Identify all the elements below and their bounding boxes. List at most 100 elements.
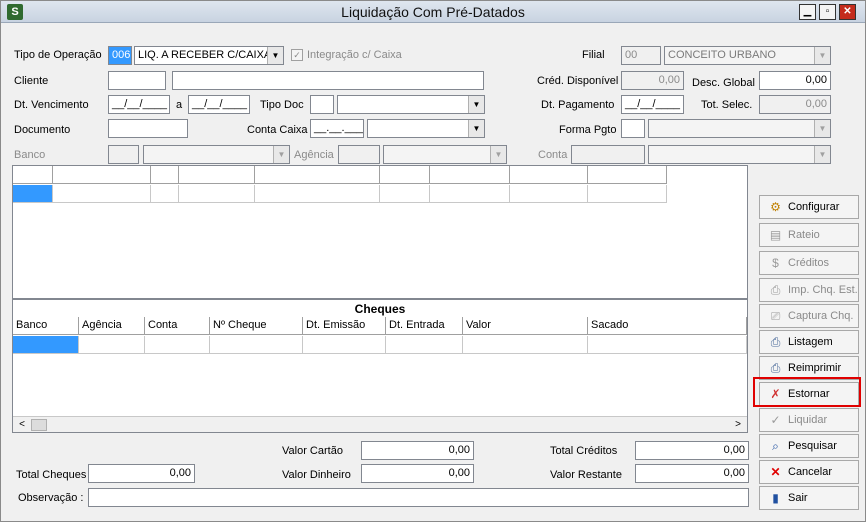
- cliente-name-input[interactable]: [172, 71, 484, 90]
- grid-cell[interactable]: [179, 185, 255, 203]
- grid-cell[interactable]: [151, 185, 179, 203]
- listagem-button[interactable]: ⎙ Listagem: [759, 330, 859, 354]
- banco-select[interactable]: ▼: [143, 145, 290, 164]
- observacao-label: Observação :: [18, 492, 84, 504]
- total-cheques-value: 0,00: [88, 464, 195, 483]
- pesquisar-button[interactable]: ⌕ Pesquisar: [759, 434, 859, 458]
- valor-restante-value: 0,00: [635, 464, 749, 483]
- total-creditos-value: 0,00: [635, 441, 749, 460]
- cheques-selected-cell[interactable]: [13, 336, 79, 354]
- highlight-box: [753, 377, 861, 407]
- cheques-title: Cheques: [354, 302, 406, 316]
- grid-header-cell: [255, 166, 380, 184]
- grid-cell[interactable]: [588, 185, 667, 203]
- scanner-icon: ⎚: [770, 308, 781, 323]
- tipo-operacao-label: Tipo de Operação: [14, 49, 102, 61]
- dt-vencimento-label: Dt. Vencimento: [14, 99, 89, 111]
- filial-code-input[interactable]: 00: [621, 46, 661, 65]
- forma-pgto-select[interactable]: ▼: [648, 119, 831, 138]
- cheques-cell[interactable]: [210, 336, 303, 354]
- grid-header-cell: [13, 166, 53, 184]
- tipo-operacao-select[interactable]: LIQ. A RECEBER C/CAIXA ▼: [134, 46, 284, 65]
- conta-code-input[interactable]: [571, 145, 645, 164]
- cheques-col-dt-emissao: Dt. Emissão: [303, 317, 386, 335]
- cheques-cell[interactable]: [463, 336, 588, 354]
- creditos-button[interactable]: $ Créditos: [759, 251, 859, 275]
- cheques-col-dt-entrada: Dt. Entrada: [386, 317, 463, 335]
- agencia-label: Agência: [294, 149, 334, 161]
- money-icon: $: [772, 255, 779, 270]
- banco-code-input[interactable]: [108, 145, 139, 164]
- grid-cell[interactable]: [430, 185, 510, 203]
- cred-disponivel-label: Créd. Disponível: [537, 75, 619, 87]
- conta-caixa-label: Conta Caixa: [247, 124, 308, 136]
- configurar-button[interactable]: ⚙ Configurar: [759, 195, 859, 219]
- rateio-button[interactable]: ▤ Rateio: [759, 223, 859, 247]
- liquidar-button[interactable]: ✓ Liquidar: [759, 408, 859, 432]
- scroll-left-icon[interactable]: <: [15, 418, 29, 432]
- grid-cell[interactable]: [380, 185, 430, 203]
- chevron-down-icon[interactable]: ▼: [814, 120, 830, 137]
- sair-button[interactable]: ▮ Sair: [759, 486, 859, 510]
- dt-pagamento-label: Dt. Pagamento: [541, 99, 615, 111]
- observacao-input[interactable]: [88, 488, 749, 507]
- cheques-h-scrollbar[interactable]: < >: [13, 416, 747, 432]
- chevron-down-icon[interactable]: ▼: [490, 146, 506, 163]
- chevron-down-icon[interactable]: ▼: [273, 146, 289, 163]
- conta-caixa-input[interactable]: __.__.___: [310, 119, 364, 138]
- chevron-down-icon[interactable]: ▼: [468, 120, 484, 137]
- conta-select[interactable]: ▼: [648, 145, 831, 164]
- minimize-button[interactable]: ▁: [799, 4, 816, 20]
- integracao-label: Integração c/ Caixa: [307, 49, 402, 61]
- banco-label: Banco: [14, 149, 46, 161]
- chevron-down-icon[interactable]: ▼: [468, 96, 484, 113]
- cliente-label: Cliente: [14, 75, 49, 87]
- scroll-thumb[interactable]: [31, 419, 47, 431]
- chevron-down-icon[interactable]: ▼: [267, 47, 283, 64]
- captura-chq-button[interactable]: ⎚ Captura Chq.: [759, 304, 859, 328]
- titulos-grid[interactable]: [12, 165, 748, 299]
- forma-pgto-code-input[interactable]: [621, 119, 645, 138]
- desc-global-label: Desc. Global: [692, 77, 755, 89]
- filial-select[interactable]: CONCEITO URBANO ▼: [664, 46, 831, 65]
- grid-cell[interactable]: [255, 185, 380, 203]
- cheques-col-valor: Valor: [463, 317, 588, 335]
- tipo-doc-code-input[interactable]: [310, 95, 334, 114]
- grid-cell[interactable]: [53, 185, 151, 203]
- cheques-cell[interactable]: [79, 336, 145, 354]
- conta-caixa-select[interactable]: ▼: [367, 119, 485, 138]
- agencia-select[interactable]: ▼: [383, 145, 507, 164]
- grid-header-cell: [588, 166, 667, 184]
- grid-selected-cell[interactable]: [13, 185, 53, 203]
- cheques-cell[interactable]: [303, 336, 386, 354]
- cheques-cell[interactable]: [386, 336, 463, 354]
- grid-cell[interactable]: [510, 185, 588, 203]
- grid-header-cell: [380, 166, 430, 184]
- scroll-right-icon[interactable]: >: [731, 418, 745, 432]
- maximize-button[interactable]: ▫: [819, 4, 836, 20]
- chevron-down-icon[interactable]: ▼: [814, 47, 830, 64]
- imp-chq-est-button[interactable]: ⎙ Imp. Chq. Est.: [759, 278, 859, 302]
- integracao-checkbox[interactable]: ✓: [291, 49, 303, 61]
- grid-header-cell: [151, 166, 179, 184]
- tipo-operacao-code-input[interactable]: 006: [108, 46, 132, 65]
- dt-vencimento-start-input[interactable]: __/__/____: [108, 95, 170, 114]
- cancelar-button[interactable]: ✕ Cancelar: [759, 460, 859, 484]
- tipo-operacao-value: LIQ. A RECEBER C/CAIXA: [138, 49, 272, 61]
- agencia-code-input[interactable]: [338, 145, 380, 164]
- cheques-col-sacado: Sacado: [588, 317, 747, 335]
- close-button[interactable]: ✕: [839, 4, 856, 20]
- dt-vencimento-end-input[interactable]: __/__/____: [188, 95, 250, 114]
- cheques-cell[interactable]: [588, 336, 747, 354]
- grid-header-cell: [430, 166, 510, 184]
- desc-global-input[interactable]: 0,00: [759, 71, 831, 90]
- valor-dinheiro-input[interactable]: 0,00: [361, 464, 474, 483]
- documento-input[interactable]: [108, 119, 188, 138]
- chevron-down-icon[interactable]: ▼: [814, 146, 830, 163]
- dt-pagamento-input[interactable]: __/__/____: [621, 95, 684, 114]
- cheques-cell[interactable]: [145, 336, 210, 354]
- valor-dinheiro-label: Valor Dinheiro: [282, 469, 351, 481]
- tipo-doc-select[interactable]: ▼: [337, 95, 485, 114]
- valor-cartao-input[interactable]: 0,00: [361, 441, 474, 460]
- cliente-code-input[interactable]: [108, 71, 166, 90]
